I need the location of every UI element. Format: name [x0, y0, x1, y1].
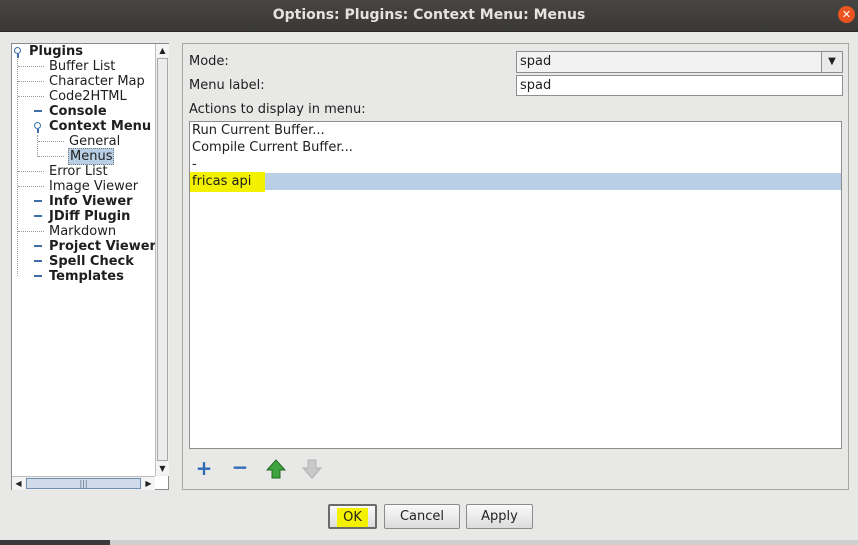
plugin-tree[interactable]: Plugins Buffer List Character Map Code2H…	[11, 43, 169, 490]
tree-item-label: General	[69, 134, 121, 149]
expander-collapsed-icon[interactable]	[34, 200, 42, 202]
mode-label: Mode:	[189, 54, 229, 69]
tree-guide	[18, 81, 44, 82]
tree-item-menus[interactable]: Menus	[68, 148, 115, 165]
expander-stem	[17, 54, 19, 58]
tree-guide	[38, 141, 64, 142]
list-item[interactable]: Run Current Buffer...	[190, 122, 841, 139]
ok-button[interactable]: OK	[328, 504, 377, 529]
chevron-down-icon[interactable]: ▼	[821, 52, 842, 72]
menu-label-input[interactable]	[517, 76, 842, 95]
tree-item-jdiff-plugin[interactable]: JDiff Plugin	[49, 209, 130, 224]
tree-item-label: Code2HTML	[49, 89, 127, 104]
tree-item-label: Markdown	[49, 224, 117, 239]
actions-label: Actions to display in menu:	[189, 102, 366, 117]
cancel-button[interactable]: Cancel	[384, 504, 460, 529]
tree-item-plugins[interactable]: Plugins	[29, 44, 83, 59]
list-item-separator[interactable]: -	[190, 156, 841, 173]
tree-item-code2html[interactable]: Code2HTML	[49, 89, 127, 104]
tree-guide	[38, 156, 64, 157]
tree-item-label: JDiff Plugin	[49, 209, 131, 224]
tree-item-label: Info Viewer	[49, 194, 133, 209]
arrow-down-icon[interactable]	[301, 459, 323, 479]
scroll-left-icon[interactable]: ◀	[12, 477, 25, 490]
menu-settings-panel: Mode: spad ▼ Menu label: Actions to disp…	[182, 43, 849, 490]
list-item-label: Run Current Buffer...	[192, 123, 325, 138]
minus-icon[interactable]: −	[230, 457, 250, 477]
tree-item-project-viewer[interactable]: Project Viewer	[49, 239, 156, 254]
expander-expanded-icon[interactable]	[34, 122, 41, 129]
tree-item-label: Console	[49, 104, 107, 119]
tree-guide	[18, 66, 44, 67]
taskbar-segment	[0, 540, 110, 545]
tree-item-console[interactable]: Console	[49, 104, 107, 119]
tree-item-templates[interactable]: Templates	[49, 269, 124, 284]
list-item-selected[interactable]: fricas api	[190, 172, 841, 192]
expander-collapsed-icon[interactable]	[34, 110, 42, 112]
ok-button-label: OK	[337, 508, 368, 527]
tree-item-general[interactable]: General	[69, 134, 120, 149]
tree-item-character-map[interactable]: Character Map	[49, 74, 145, 89]
list-item-label: -	[192, 157, 197, 172]
scroll-thumb[interactable]	[157, 58, 168, 461]
tree-item-label: Image Viewer	[49, 179, 139, 194]
scroll-right-icon[interactable]: ▶	[142, 477, 155, 490]
tree-horizontal-scrollbar[interactable]: ◀ ||| ▶	[12, 476, 155, 490]
scroll-down-icon[interactable]: ▼	[156, 462, 169, 475]
taskbar-strip	[0, 540, 858, 545]
tree-guide	[18, 171, 44, 172]
arrow-up-icon[interactable]	[265, 459, 287, 479]
tree-item-label: Templates	[49, 269, 124, 284]
tree-guide	[18, 186, 44, 187]
tree-vertical-scrollbar[interactable]: ▲ ▼	[155, 44, 169, 476]
tree-item-error-list[interactable]: Error List	[49, 164, 108, 179]
tree-item-label: Project Viewer	[49, 239, 156, 254]
tree-item-buffer-list[interactable]: Buffer List	[49, 59, 115, 74]
tree-guide	[18, 231, 44, 232]
expander-collapsed-icon[interactable]	[34, 245, 42, 247]
expander-stem	[37, 129, 39, 133]
tree-guide	[37, 135, 38, 157]
plus-icon[interactable]: +	[194, 458, 214, 478]
mode-select[interactable]: spad ▼	[516, 51, 843, 73]
menu-label-input-wrap[interactable]	[516, 75, 843, 96]
tree-item-label: Context Menu	[49, 119, 152, 134]
expander-collapsed-icon[interactable]	[34, 260, 42, 262]
window-title: Options: Plugins: Context Menu: Menus	[272, 7, 586, 23]
tree-item-label: Spell Check	[49, 254, 134, 269]
expander-expanded-icon[interactable]	[14, 47, 21, 54]
actions-list[interactable]: Run Current Buffer... Compile Current Bu…	[189, 121, 842, 449]
tree-item-image-viewer[interactable]: Image Viewer	[49, 179, 138, 194]
list-item[interactable]: Compile Current Buffer...	[190, 139, 841, 156]
title-bar: Options: Plugins: Context Menu: Menus ✕	[0, 0, 858, 32]
tree-item-context-menu[interactable]: Context Menu	[49, 119, 151, 134]
list-item-label: fricas api	[190, 172, 266, 192]
close-icon[interactable]: ✕	[838, 6, 855, 23]
expander-collapsed-icon[interactable]	[34, 215, 42, 217]
tree-item-info-viewer[interactable]: Info Viewer	[49, 194, 133, 209]
tree-item-spell-check[interactable]: Spell Check	[49, 254, 134, 269]
tree-item-label: Plugins	[29, 44, 83, 59]
list-item-label: Compile Current Buffer...	[192, 140, 353, 155]
tree-guide	[18, 96, 44, 97]
tree-item-label: Character Map	[49, 74, 145, 89]
tree-guide	[17, 56, 18, 276]
tree-item-label: Error List	[49, 164, 108, 179]
menu-label-label: Menu label:	[189, 78, 265, 93]
tree-item-label: Menus	[68, 148, 115, 165]
scroll-thumb[interactable]: |||	[26, 478, 141, 489]
tree-item-markdown[interactable]: Markdown	[49, 224, 116, 239]
expander-collapsed-icon[interactable]	[34, 275, 42, 277]
tree-item-label: Buffer List	[49, 59, 116, 74]
apply-button[interactable]: Apply	[466, 504, 533, 529]
scroll-up-icon[interactable]: ▲	[156, 44, 169, 57]
mode-value: spad	[520, 54, 552, 69]
